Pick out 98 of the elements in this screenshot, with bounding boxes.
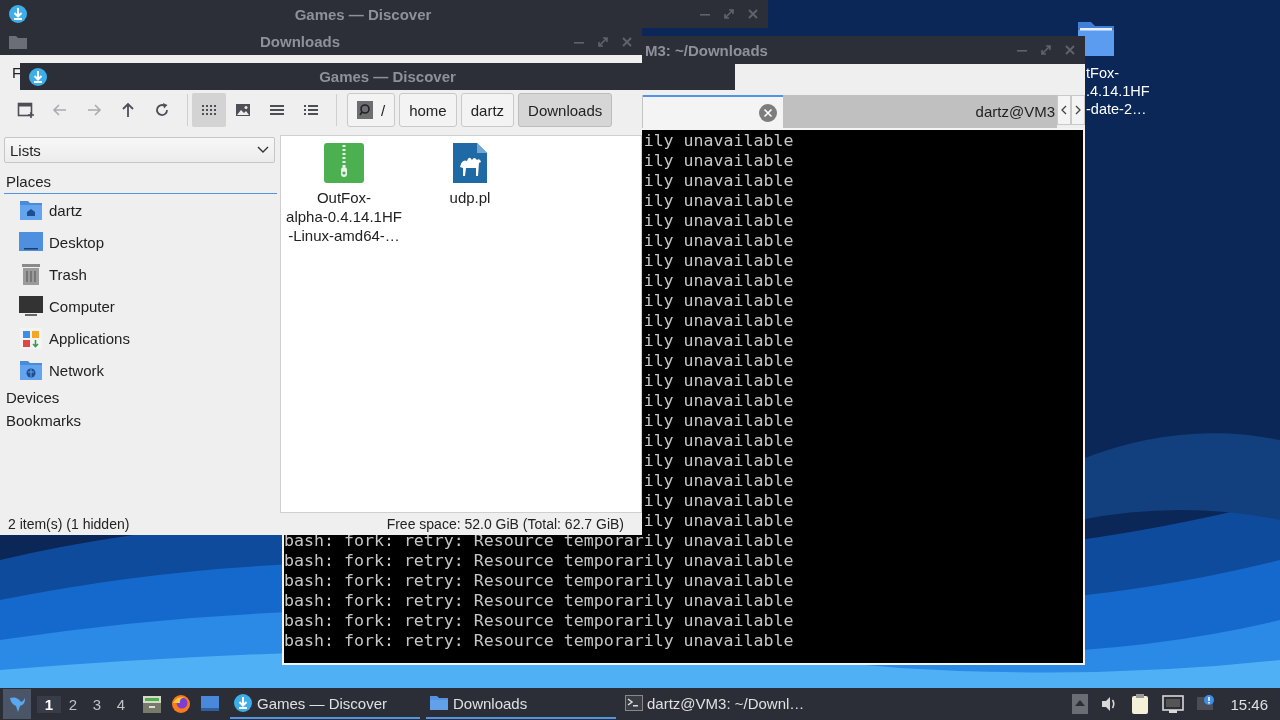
network-icon[interactable] [1162,694,1185,714]
image-icon [234,101,252,119]
status-text: 2 item(s) (1 hidden) [8,516,130,532]
document-icon [453,143,487,183]
place-item[interactable]: Trash [4,258,277,290]
terminal-line: ily unavailable [643,271,794,290]
clipboard-icon[interactable] [1130,693,1151,715]
terminal-line: bash: fork: retry: Resource temporarily unavailable [284,611,794,630]
terminal-line: ily unavailable [643,171,794,190]
dropdown[interactable]: Lists [4,137,275,163]
reload-icon [153,101,171,119]
home-folder-icon [19,199,43,221]
maximize-icon[interactable] [1039,43,1053,57]
maximize-icon[interactable] [722,7,736,21]
terminal-line: ily unavailable [643,291,794,310]
terminal-line: ily unavailable [643,491,794,510]
terminal-line: ily unavailable [643,211,794,230]
section-header[interactable]: Places [4,170,277,194]
place-item[interactable]: Desktop [4,226,277,258]
place-item[interactable]: Applications [4,322,277,354]
place-item[interactable]: Network [4,354,277,386]
place-item[interactable]: dartz [4,194,277,226]
terminal-line: ily unavailable [643,231,794,250]
terminal-line: bash: fork: retry: Resource temporarily unavailable [284,531,794,550]
chevron-left-icon[interactable] [1057,95,1071,125]
terminal-line: ily unavailable [643,351,794,370]
clock[interactable]: 15:46 [1230,695,1268,713]
download-icon [8,4,28,24]
trash-icon [19,263,43,285]
window-title: Downloads [259,33,341,50]
place-label: Applications [49,329,130,347]
chevron-right-icon[interactable] [1071,95,1085,125]
terminal-line: ily unavailable [643,371,794,390]
download-icon [28,66,48,87]
close-icon[interactable] [620,34,634,49]
terminal-line: ily unavailable [643,471,794,490]
chevron-down-icon [257,146,269,154]
maximize-icon[interactable] [596,34,610,49]
menu-item[interactable]: F [12,64,22,81]
workspace-button[interactable]: 3 [85,695,109,713]
close-tab-icon[interactable] [759,103,777,122]
desktop-icon-label[interactable]: tFox- .4.14.1HF -date-2… [1086,64,1206,118]
place-label: Trash [49,265,87,283]
place-label: dartz [49,201,83,219]
task-button[interactable]: dartz@VM3: ~/Downl… [622,689,812,719]
window-title: M3: ~/Downloads [645,41,768,59]
view-mode-button[interactable] [192,93,226,127]
terminal-icon [625,695,643,711]
terminal-line: bash: fork: retry: Resource temporarily unavailable [284,631,794,650]
terminal-line: ily unavailable [643,151,794,170]
window-title: Games — Discover [318,68,457,85]
path-button[interactable]: / [347,93,396,127]
terminal-line: ily unavailable [643,411,794,430]
workspace-button[interactable]: 2 [61,695,85,713]
terminal-line: ily unavailable [643,431,794,450]
network-folder-icon [19,359,43,381]
terminal-line: ily unavailable [643,131,794,150]
section-header[interactable]: Bookmarks [4,409,277,432]
browser-icon[interactable] [171,694,191,714]
monitor-icon [19,231,43,253]
status-text: Free space: 52.0 GiB (Total: 62.7 GiB) [386,516,624,532]
workspace-button[interactable]: 1 [37,695,61,713]
terminal-line: ily unavailable [643,251,794,270]
task-button[interactable]: Downloads [426,689,616,719]
new-tab-icon [17,101,35,119]
workspace-button[interactable]: 4 [109,695,133,713]
terminal-line: ily unavailable [643,191,794,210]
terminal-line: ily unavailable [643,331,794,350]
close-icon[interactable] [746,7,760,21]
file-name[interactable]: udp.pl [449,188,491,207]
file-drawer-icon[interactable] [142,694,162,714]
terminal-tab[interactable] [643,95,783,128]
computer-icon [19,295,43,317]
place-label: Desktop [49,233,105,251]
terminal-line: bash: fork: retry: Resource temporarily unavailable [284,571,794,590]
show-desktop-icon[interactable] [200,695,220,713]
place-item[interactable]: Computer [4,290,277,322]
terminal-tab[interactable]: dartz@VM3 [783,95,1057,128]
terminal-line: bash: fork: retry: Resource temporarily unavailable [284,591,794,610]
terminal-line: ily unavailable [643,451,794,470]
path-toggle-icon [357,101,373,119]
place-label: Computer [49,297,115,315]
section-header[interactable]: Devices [4,386,277,409]
path-button[interactable]: dartz [460,93,515,127]
task-button[interactable]: Games — Discover [230,689,420,719]
terminal-line: ily unavailable [643,511,794,530]
path-button[interactable]: Downloads [518,93,613,127]
window-title: Games — Discover [293,5,433,23]
terminal-line: ily unavailable [643,311,794,330]
file-name[interactable]: OutFox- alpha-0.4.14.1HF -Linux-amd64-… [286,188,402,245]
download-icon [233,693,253,713]
terminal-line: ily unavailable [643,391,794,410]
folder-icon [429,694,449,712]
place-label: Network [49,361,104,379]
path-button[interactable]: home [399,93,457,127]
terminal-line: bash: fork: retry: Resource temporarily unavailable [284,551,794,570]
archive-icon [324,143,364,183]
close-icon[interactable] [1063,43,1077,57]
